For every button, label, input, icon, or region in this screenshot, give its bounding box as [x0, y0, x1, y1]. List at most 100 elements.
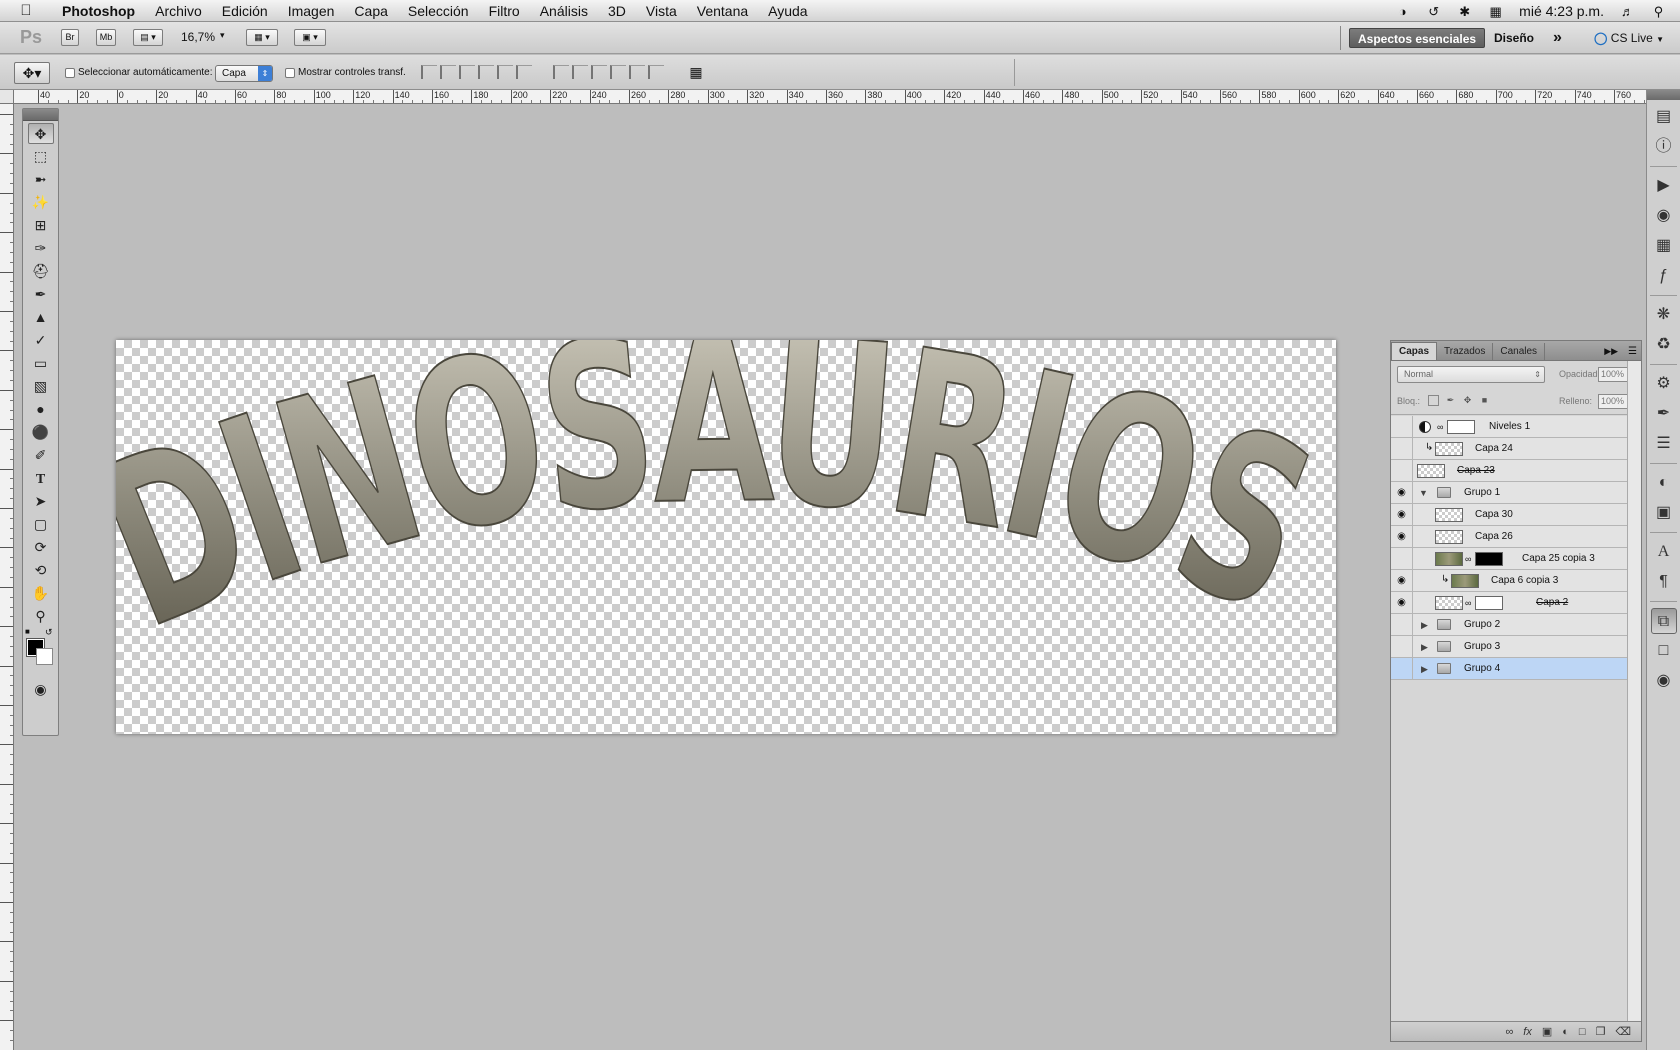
- histogram-icon[interactable]: ▤: [1651, 104, 1677, 130]
- lock-transparent-icon[interactable]: [1428, 395, 1439, 406]
- eyedropper-tool[interactable]: ✑: [28, 238, 54, 259]
- ruler-top[interactable]: 40 20 0 20 40 60 80 100 120 140 160 180 200 220 240 260…: [14, 90, 1646, 104]
- menu-archivo[interactable]: Archivo: [145, 0, 212, 22]
- zoom-level[interactable]: 16,7%: [181, 30, 215, 44]
- document-canvas[interactable]: DINOSAURIOS: [116, 340, 1336, 734]
- info-icon[interactable]: ⓘ: [1651, 134, 1677, 160]
- menu-capa[interactable]: Capa: [344, 0, 397, 22]
- icon-strip-header[interactable]: [1647, 90, 1680, 100]
- clock[interactable]: mié 4:23 p.m.: [1519, 3, 1604, 19]
- layer-row[interactable]: ∞ Niveles 1: [1391, 416, 1627, 438]
- screen-mode-button[interactable]: ▣ ▾: [294, 29, 326, 46]
- tool-presets-icon[interactable]: ✒: [1651, 401, 1677, 427]
- menu-vista[interactable]: Vista: [636, 0, 687, 22]
- time-machine-icon[interactable]: ↺: [1426, 4, 1441, 19]
- menu-app-photoshop[interactable]: Photoshop: [52, 0, 145, 22]
- auto-select-checkbox[interactable]: [65, 68, 75, 78]
- tool-preset-picker[interactable]: ✥▾: [14, 62, 50, 84]
- visibility-toggle[interactable]: ◉: [1391, 482, 1413, 504]
- type-tool[interactable]: T: [28, 468, 54, 489]
- group-expanded-icon[interactable]: ▼: [1419, 488, 1428, 498]
- fill-input[interactable]: 100%: [1598, 394, 1628, 409]
- auto-align-icon[interactable]: ▦: [687, 64, 705, 82]
- blur-tool[interactable]: ●: [28, 399, 54, 420]
- visibility-toggle[interactable]: [1391, 548, 1413, 570]
- layer-style-icon[interactable]: fx: [1523, 1026, 1532, 1038]
- show-transform-checkbox[interactable]: [285, 68, 295, 78]
- menu-seleccion[interactable]: Selección: [398, 0, 479, 22]
- lasso-tool[interactable]: ➼: [28, 169, 54, 190]
- history-brush-tool[interactable]: ✓: [28, 330, 54, 351]
- camera-icon[interactable]: ▣: [1651, 500, 1677, 526]
- visibility-toggle[interactable]: [1391, 614, 1413, 636]
- swap-colors-icon[interactable]: ↺: [45, 627, 53, 638]
- menu-ventana[interactable]: Ventana: [687, 0, 758, 22]
- layer-row[interactable]: ◉ ▼ Grupo 1: [1391, 482, 1627, 504]
- clone-source-icon[interactable]: ♻: [1651, 332, 1677, 358]
- arrange-documents-button[interactable]: ▦ ▾: [246, 29, 278, 46]
- crop-tool[interactable]: ⊞: [28, 215, 54, 236]
- pen-tool[interactable]: ✐: [28, 445, 54, 466]
- layer-row[interactable]: ↳ Capa 24: [1391, 438, 1627, 460]
- align-left-icon[interactable]: [478, 65, 494, 79]
- tab-trazados[interactable]: Trazados: [1437, 343, 1494, 360]
- workspace-essentials-button[interactable]: Aspectos esenciales: [1349, 28, 1486, 48]
- layer-row[interactable]: ▶ Grupo 4: [1391, 658, 1627, 680]
- lock-all-icon[interactable]: ■: [1479, 395, 1490, 406]
- animation-icon[interactable]: ▶: [1651, 173, 1677, 199]
- volume-icon[interactable]: ♬: [1620, 4, 1635, 19]
- paths-icon[interactable]: □: [1651, 638, 1677, 664]
- tools-panel-header[interactable]: [23, 109, 58, 121]
- eraser-tool[interactable]: ▭: [28, 353, 54, 374]
- new-layer-icon[interactable]: ❐: [1596, 1025, 1606, 1038]
- visibility-toggle[interactable]: ◉: [1391, 504, 1413, 526]
- gradient-tool[interactable]: ▧: [28, 376, 54, 397]
- collapse-panel-icon[interactable]: ▶▶: [1598, 343, 1624, 360]
- hand-tool[interactable]: ✋: [28, 583, 54, 604]
- 3d-icon[interactable]: ❋: [1651, 302, 1677, 328]
- 3d-rotate-tool[interactable]: ⟳: [28, 537, 54, 558]
- visibility-toggle[interactable]: [1391, 658, 1413, 680]
- zoom-dropdown-icon[interactable]: ▾: [220, 30, 225, 41]
- distribute-top-icon[interactable]: [553, 65, 569, 79]
- dodge-tool[interactable]: ⚫: [28, 422, 54, 443]
- shape-tool[interactable]: ▢: [28, 514, 54, 535]
- align-top-icon[interactable]: [421, 65, 437, 79]
- add-mask-icon[interactable]: ▣: [1542, 1025, 1552, 1038]
- zoom-tool[interactable]: ⚲: [28, 606, 54, 627]
- layer-row[interactable]: ◉ ↳ Capa 6 copia 3: [1391, 570, 1627, 592]
- layer-row[interactable]: ∞ Capa 25 copia 3: [1391, 548, 1627, 570]
- align-bottom-icon[interactable]: [459, 65, 475, 79]
- visibility-toggle[interactable]: [1391, 416, 1413, 438]
- distribute-bottom-icon[interactable]: [591, 65, 607, 79]
- align-hcenter-icon[interactable]: [497, 65, 513, 79]
- link-layers-icon[interactable]: ∞: [1505, 1026, 1513, 1038]
- distribute-hcenter-icon[interactable]: [629, 65, 645, 79]
- menu-3d[interactable]: 3D: [598, 0, 636, 22]
- 3d-orbit-tool[interactable]: ⟲: [28, 560, 54, 581]
- layers-icon[interactable]: ⧉: [1650, 608, 1677, 634]
- align-vcenter-icon[interactable]: [440, 65, 456, 79]
- lock-pixels-icon[interactable]: ✒: [1445, 395, 1456, 406]
- mask-icon[interactable]: ◐: [1651, 470, 1677, 496]
- visibility-toggle[interactable]: [1391, 460, 1413, 482]
- layer-row[interactable]: ◉ Capa 30: [1391, 504, 1627, 526]
- adjustments-icon[interactable]: ⚙: [1651, 371, 1677, 397]
- brush-presets-icon[interactable]: ☰: [1651, 431, 1677, 457]
- visibility-toggle[interactable]: ◉: [1391, 592, 1413, 614]
- group-collapsed-icon[interactable]: ▶: [1421, 642, 1428, 653]
- calendar-icon[interactable]: ▦: [1488, 4, 1503, 19]
- layer-row[interactable]: ◉ ∞ Capa 2: [1391, 592, 1627, 614]
- visibility-toggle[interactable]: [1391, 636, 1413, 658]
- character-icon[interactable]: A: [1651, 539, 1677, 565]
- blend-mode-dropdown[interactable]: Normal ⇕: [1397, 366, 1545, 383]
- visibility-toggle[interactable]: ◉: [1391, 570, 1413, 592]
- tab-canales[interactable]: Canales: [1493, 343, 1546, 360]
- bluetooth-icon[interactable]: ✱: [1457, 4, 1472, 19]
- swatches-icon[interactable]: ▦: [1651, 233, 1677, 259]
- cs-live-button[interactable]: ◯ CS Live ▼: [1586, 28, 1672, 48]
- distribute-vcenter-icon[interactable]: [572, 65, 588, 79]
- move-tool[interactable]: ✥: [27, 123, 54, 144]
- view-extras-button[interactable]: ▤ ▾: [133, 29, 163, 46]
- styles-icon[interactable]: ƒ: [1651, 263, 1677, 289]
